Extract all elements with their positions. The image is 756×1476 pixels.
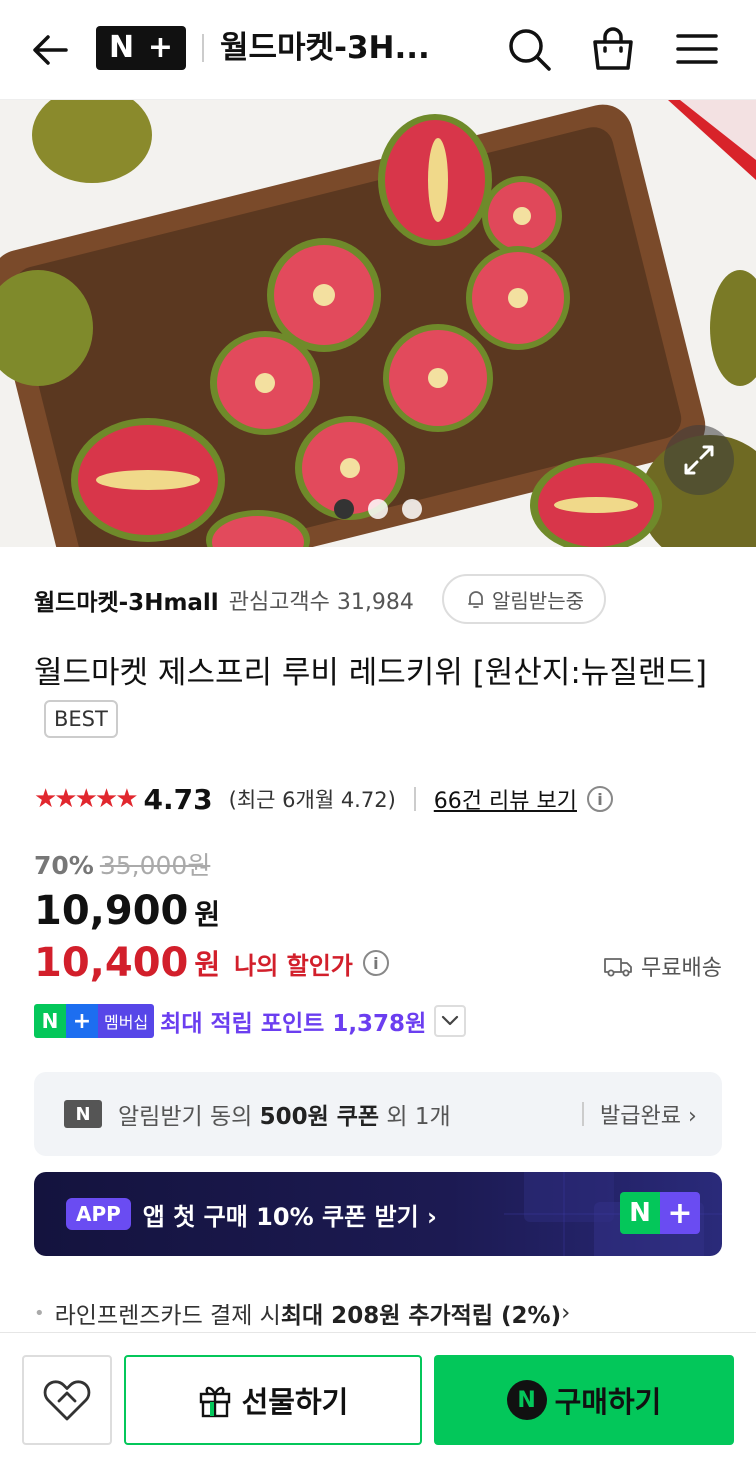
card-promo-suffix: › (561, 1300, 571, 1326)
banner-logo-plus: + (660, 1192, 700, 1234)
bullet: • (34, 1302, 45, 1324)
logo-n: N (108, 30, 135, 65)
heart-icon (43, 1380, 91, 1421)
menu-icon[interactable] (672, 24, 722, 74)
store-fan-count: 관심고객수 31,984 (228, 590, 414, 615)
carousel-dot-2[interactable] (368, 499, 388, 519)
product-photo-red-kiwi (0, 100, 756, 547)
top-header: N + 월드마켓-3H... (0, 0, 756, 100)
store-info: 월드마켓-3Hmall 관심고객수 31,984 (34, 576, 414, 624)
recent-rating: (최근 6개월 4.72) (228, 788, 396, 812)
discount-row: 70% 35,000원 (34, 846, 210, 882)
coupon-prefix: 알림받기 동의 (118, 1104, 260, 1130)
coupon-box[interactable]: N 알림받기 동의 500원 쿠폰 외 1개 발급완료 › (34, 1072, 722, 1156)
header-title: 월드마켓-3H... (220, 30, 430, 66)
product-title-block: 월드마켓 제스프리 루비 레드키위 [원산지:뉴질랜드] BEST (34, 650, 724, 744)
product-image-carousel[interactable] (0, 100, 756, 547)
carousel-dot-3[interactable] (402, 499, 422, 519)
truck-icon (604, 958, 632, 977)
gift-icon (199, 1386, 230, 1418)
naver-coupon-icon: N (64, 1100, 102, 1128)
coupon-text: 알림받기 동의 500원 쿠폰 외 1개 (118, 1097, 451, 1131)
sale-price-unit: 원 (194, 898, 221, 931)
points-expand-button[interactable] (434, 1005, 467, 1037)
my-price-label: 나의 할인가 (234, 951, 353, 980)
sale-price-row: 10,900 원 (34, 888, 220, 934)
star-rating-icon: ★★★★★ (34, 784, 139, 814)
rating-score: 4.73 (143, 782, 213, 816)
best-badge: BEST (44, 699, 118, 738)
carousel-indicator (334, 499, 422, 519)
rating-row: ★★★★★ 4.73 (최근 6개월 4.72) 66건 리뷰 보기 i (34, 778, 613, 820)
my-price-info-icon[interactable]: i (362, 950, 389, 976)
info-icon[interactable]: i (586, 786, 613, 812)
rating-divider (413, 787, 416, 811)
delivery-label: 무료배송 (641, 956, 722, 981)
gift-button[interactable]: 선물하기 (124, 1355, 422, 1445)
coupon-status[interactable]: 발급완료 › (600, 1098, 697, 1130)
free-delivery: 무료배송 (603, 950, 722, 982)
coupon-divider (582, 1102, 584, 1126)
chevron-down-icon (442, 1015, 459, 1026)
coupon-amount: 500원 쿠폰 (259, 1104, 380, 1130)
membership-plus: + (66, 1004, 98, 1038)
coupon-suffix: 외 1개 (379, 1104, 451, 1130)
store-name[interactable]: 월드마켓-3Hmall (34, 583, 219, 617)
membership-n: N (34, 1004, 66, 1038)
shopping-bag-icon[interactable] (588, 24, 638, 74)
alarm-subscribed-button[interactable]: 알림받는중 (442, 574, 606, 624)
naver-plus-logo: N + (620, 1192, 700, 1234)
membership-text: 멤버십 (98, 1004, 155, 1038)
buy-button[interactable]: N 구매하기 (434, 1355, 734, 1445)
original-price: 35,000원 (99, 851, 211, 880)
carousel-dot-1[interactable] (334, 499, 354, 519)
gift-label: 선물하기 (241, 1385, 349, 1419)
naver-pay-icon: N (506, 1380, 547, 1420)
my-price-row: 10,400 원 나의 할인가 i (34, 940, 389, 986)
naver-plus-membership-badge: N + 멤버십 (34, 1004, 155, 1038)
reviews-link[interactable]: 66건 리뷰 보기 (434, 783, 577, 815)
search-icon[interactable] (504, 24, 554, 74)
alarm-label: 알림받는중 (492, 588, 584, 613)
wishlist-button[interactable] (22, 1355, 112, 1445)
card-promo-highlight: 최대 208원 추가적립 (2%) (280, 1303, 562, 1329)
app-tag: APP (66, 1198, 131, 1230)
product-title: 월드마켓 제스프리 루비 레드키위 [원산지:뉴질랜드] (34, 655, 707, 691)
expand-icon[interactable] (664, 425, 734, 495)
back-arrow-icon[interactable] (26, 26, 74, 74)
max-points: 최대 적립 포인트 1,378원 (160, 1011, 427, 1037)
logo-plus: + (147, 30, 174, 65)
header-divider (202, 34, 204, 62)
my-price-unit: 원 (194, 948, 221, 981)
app-coupon-banner[interactable]: APP 앱 첫 구매 10% 쿠폰 받기 › N + (34, 1172, 722, 1256)
membership-points-row[interactable]: N + 멤버십 최대 적립 포인트 1,378원 (34, 1002, 467, 1040)
bell-icon (468, 591, 483, 608)
my-discount-price: 10,400 (34, 940, 189, 986)
discount-rate: 70% (34, 851, 94, 880)
banner-logo-n: N (620, 1192, 660, 1234)
app-coupon-text: 앱 첫 구매 10% 쿠폰 받기 › (142, 1202, 437, 1231)
card-promotion[interactable]: • 라인프렌즈카드 결제 시 최대 208원 추가적립 (2%) › (34, 1296, 570, 1330)
bottom-action-bar: 선물하기 N 구매하기 (0, 1332, 756, 1476)
card-promo-prefix: 라인프렌즈카드 결제 시 (54, 1303, 281, 1329)
sale-price: 10,900 (34, 888, 189, 934)
buy-label: 구매하기 (554, 1385, 662, 1419)
naver-plus-store-logo[interactable]: N + (96, 26, 186, 70)
